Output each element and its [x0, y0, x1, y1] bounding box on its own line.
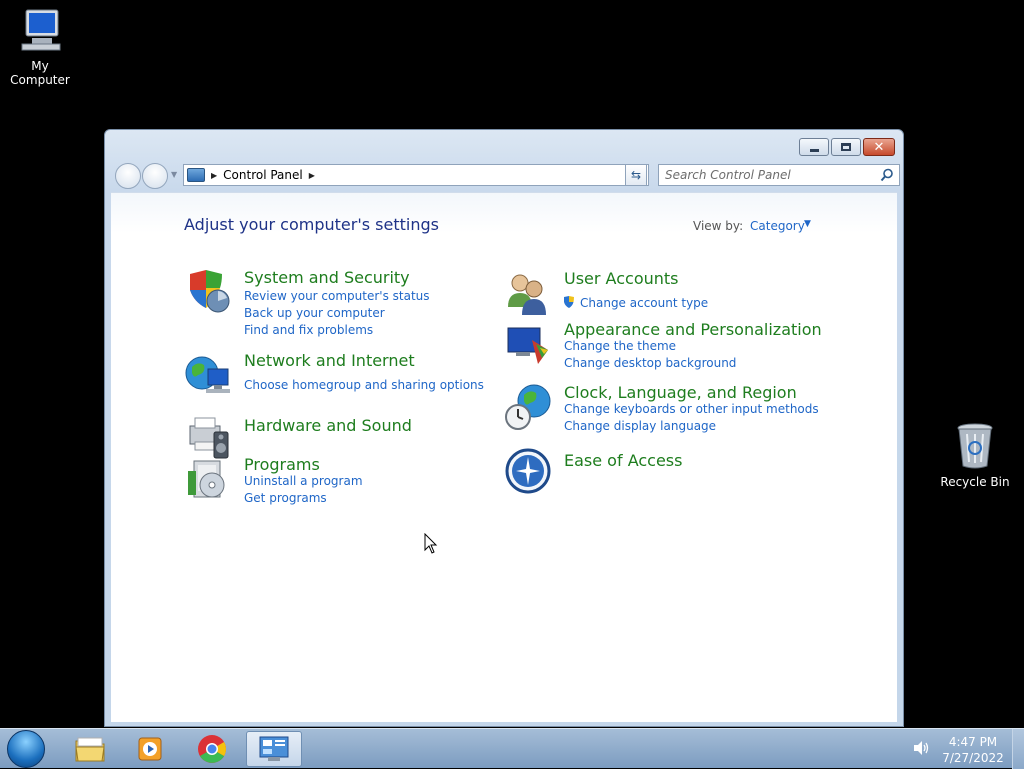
desktop-icon-my-computer[interactable]: My Computer: [0, 8, 80, 87]
category-title[interactable]: System and Security: [244, 268, 410, 287]
recent-pages-dropdown[interactable]: ▼: [171, 170, 177, 179]
breadcrumb-arrow-icon[interactable]: ▶: [309, 171, 315, 180]
link-uninstall-program[interactable]: Uninstall a program: [244, 474, 363, 488]
close-icon: ✕: [873, 139, 885, 155]
category-title[interactable]: Network and Internet: [244, 351, 415, 370]
back-button[interactable]: [115, 163, 141, 189]
category-title[interactable]: Programs: [244, 455, 320, 474]
desktop-icon-label: Recycle Bin: [940, 475, 1010, 489]
start-orb-icon[interactable]: [7, 730, 45, 768]
mouse-cursor-icon: [424, 533, 438, 554]
chevron-down-icon[interactable]: ▼: [804, 219, 811, 229]
search-box[interactable]: [658, 164, 900, 186]
category-network-internet: Network and Internet Choose homegroup an…: [184, 351, 484, 401]
uac-shield-icon: [564, 296, 574, 308]
globe-network-icon[interactable]: [184, 351, 232, 399]
maximize-icon: [841, 143, 851, 151]
taskbar: 4:47 PM 7/27/2022: [0, 728, 1024, 769]
computer-icon: [21, 9, 61, 51]
address-bar[interactable]: ▶ Control Panel ▶ ▼: [183, 164, 649, 186]
control-panel-icon: [187, 168, 205, 182]
maximize-button[interactable]: [831, 138, 861, 156]
taskbar-item-explorer[interactable]: [62, 731, 118, 767]
refresh-button[interactable]: ⇆: [625, 164, 647, 186]
taskbar-item-media-player[interactable]: [122, 731, 178, 767]
page-title: Adjust your computer's settings: [184, 215, 439, 234]
desktop-icon-label: My Computer: [10, 59, 70, 87]
control-panel-icon: [259, 736, 289, 761]
folder-icon: [75, 737, 105, 762]
monitor-palette-icon[interactable]: [504, 320, 552, 368]
chrome-icon: [198, 735, 226, 763]
shield-icon[interactable]: [184, 268, 232, 316]
clock-time: 4:47 PM: [948, 735, 998, 749]
category-title[interactable]: User Accounts: [564, 269, 679, 288]
link-review-status[interactable]: Review your computer's status: [244, 289, 430, 303]
search-icon[interactable]: [880, 168, 894, 182]
users-icon[interactable]: [504, 269, 552, 317]
refresh-icon: ⇆: [630, 168, 642, 182]
link-find-fix-problems[interactable]: Find and fix problems: [244, 323, 373, 337]
category-title[interactable]: Appearance and Personalization: [564, 320, 822, 339]
view-by-dropdown[interactable]: Category: [750, 219, 805, 233]
clock-globe-icon[interactable]: [504, 383, 552, 431]
system-clock[interactable]: 4:47 PM 7/27/2022: [938, 734, 1008, 766]
show-desktop-button[interactable]: [1012, 729, 1024, 769]
minimize-button[interactable]: [799, 138, 829, 156]
category-system-security: System and Security Review your computer…: [184, 268, 484, 344]
control-panel-window: ✕ ▼ ▶ Control Panel ▶ ▼ ⇆ Adjust your co…: [104, 129, 904, 727]
minimize-icon: [809, 148, 819, 152]
close-button[interactable]: ✕: [863, 138, 895, 156]
search-input[interactable]: [659, 165, 869, 185]
media-player-icon: [138, 737, 162, 761]
programs-icon[interactable]: [184, 455, 232, 503]
window-caption-buttons: ✕: [799, 138, 895, 156]
link-get-programs[interactable]: Get programs: [244, 491, 327, 505]
ease-of-access-icon[interactable]: [504, 447, 552, 495]
link-homegroup-sharing[interactable]: Choose homegroup and sharing options: [244, 378, 484, 392]
category-programs: Programs Uninstall a program Get program…: [184, 455, 484, 511]
link-change-theme[interactable]: Change the theme: [564, 339, 676, 353]
navigation-bar: ▼ ▶ Control Panel ▶ ▼ ⇆: [113, 162, 900, 189]
taskbar-item-chrome[interactable]: [184, 731, 240, 767]
control-panel-content: Adjust your computer's settings View by:…: [111, 192, 897, 722]
clock-date: 7/27/2022: [942, 751, 1004, 765]
volume-icon[interactable]: [912, 740, 930, 756]
forward-button[interactable]: [142, 163, 168, 189]
category-hardware-sound: Hardware and Sound: [184, 412, 484, 460]
recycle-bin-icon: [957, 423, 993, 469]
link-change-desktop-background[interactable]: Change desktop background: [564, 356, 736, 370]
category-title[interactable]: Ease of Access: [564, 451, 682, 470]
category-user-accounts: User Accounts Change account type: [504, 269, 824, 319]
link-change-keyboards[interactable]: Change keyboards or other input methods: [564, 402, 819, 416]
desktop-icon-recycle-bin[interactable]: Recycle Bin: [935, 422, 1015, 489]
breadcrumb-control-panel[interactable]: Control Panel: [223, 168, 303, 182]
category-appearance-personalization: Appearance and Personalization Change th…: [504, 320, 824, 376]
view-by-label: View by:: [693, 219, 744, 233]
printer-speaker-icon[interactable]: [184, 412, 232, 460]
category-clock-language-region: Clock, Language, and Region Change keybo…: [504, 383, 824, 439]
category-title[interactable]: Hardware and Sound: [244, 416, 412, 435]
taskbar-item-control-panel[interactable]: [246, 731, 302, 767]
link-back-up[interactable]: Back up your computer: [244, 306, 385, 320]
link-change-display-language[interactable]: Change display language: [564, 419, 716, 433]
breadcrumb-arrow-icon[interactable]: ▶: [211, 171, 217, 180]
link-change-account-type[interactable]: Change account type: [580, 296, 708, 310]
category-ease-of-access: Ease of Access: [504, 447, 824, 495]
category-title[interactable]: Clock, Language, and Region: [564, 383, 797, 402]
